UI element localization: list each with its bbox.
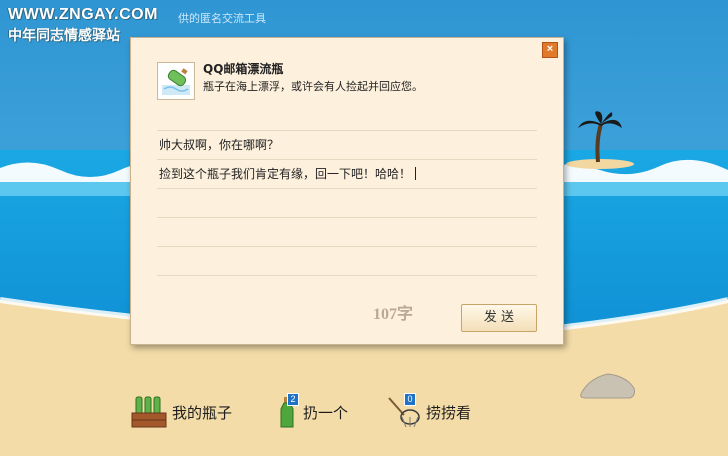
throw-bottle-label: 扔一个 bbox=[303, 403, 349, 422]
char-count: 107字 bbox=[373, 306, 414, 323]
throw-bottle-button[interactable]: 2 扔一个 bbox=[275, 393, 349, 430]
fish-count-badge: 0 bbox=[404, 393, 416, 406]
fish-bottle-button[interactable]: 0 捞捞看 bbox=[386, 393, 472, 430]
bottle-app-icon bbox=[157, 62, 195, 100]
my-bottles-button[interactable]: 我的瓶子 bbox=[130, 394, 232, 430]
message-line: 捡到这个瓶子我们肯定有缘，回一下吧！哈哈！ bbox=[157, 160, 537, 189]
message-line bbox=[157, 218, 537, 247]
message-line bbox=[157, 247, 537, 276]
top-tagline: 供的匿名交流工具 bbox=[178, 12, 266, 25]
message-line bbox=[157, 189, 537, 218]
dialog-title: QQ邮箱漂流瓶 bbox=[203, 62, 284, 76]
text-caret bbox=[415, 167, 417, 180]
site-watermark: WWW.ZNGAY.COM 中年同志情感驿站 bbox=[8, 6, 158, 45]
watermark-site-name: 中年同志情感驿站 bbox=[8, 27, 120, 43]
throw-count-badge: 2 bbox=[287, 393, 299, 406]
bottle-crate-icon bbox=[130, 395, 168, 429]
dialog-subtitle: 瓶子在海上漂浮，或许会有人捡起并回应您。 bbox=[203, 80, 423, 93]
bottle-icon: 2 bbox=[275, 393, 299, 429]
watermark-url: WWW.ZNGAY.COM bbox=[8, 6, 158, 23]
send-button[interactable]: 发 送 bbox=[461, 304, 537, 332]
close-button[interactable]: × bbox=[542, 42, 558, 58]
fishing-net-icon: 0 bbox=[386, 393, 422, 429]
my-bottles-label: 我的瓶子 bbox=[172, 403, 233, 422]
fish-bottle-label: 捞捞看 bbox=[426, 403, 472, 422]
message-line: 帅大叔啊，你在哪啊？ bbox=[157, 131, 537, 160]
message-textarea[interactable]: 帅大叔啊，你在哪啊？ 捡到这个瓶子我们肯定有缘，回一下吧！哈哈！ bbox=[157, 130, 537, 281]
drift-bottle-dialog: × QQ邮箱漂流瓶 瓶子在海上漂浮，或许会有人捡起并回应您。 帅大叔啊，你在哪啊… bbox=[130, 37, 564, 345]
